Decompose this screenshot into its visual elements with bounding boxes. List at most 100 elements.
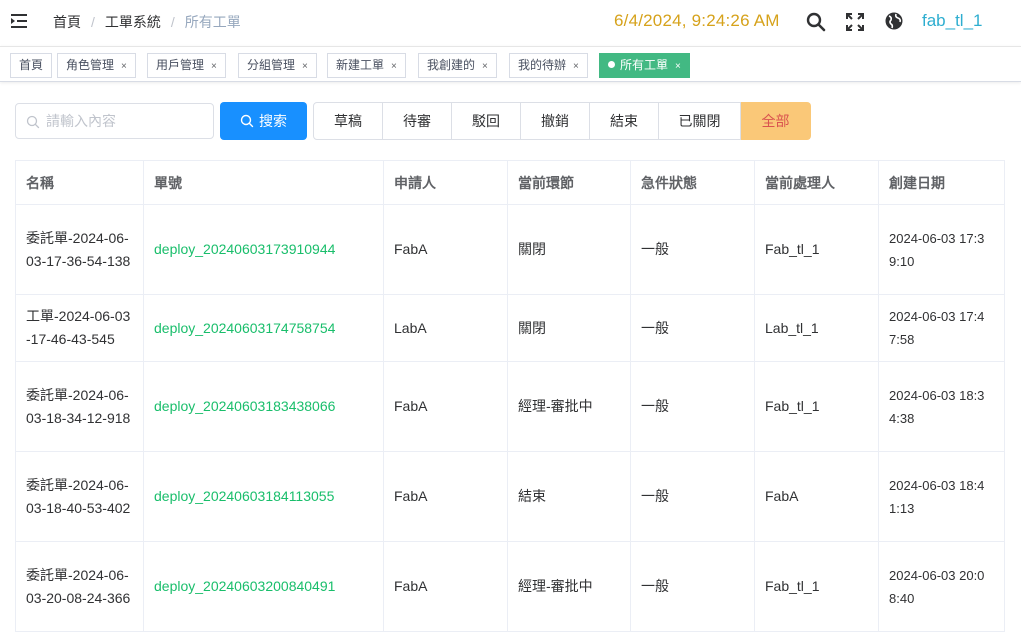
active-dot-icon [608,61,615,68]
language-globe-icon[interactable] [884,11,904,31]
tag-label: 所有工單 [620,58,669,72]
search-button[interactable]: 搜索 [220,102,307,140]
fullscreen-icon[interactable] [845,12,865,32]
breadcrumb-ticket-system[interactable]: 工單系統 [105,12,161,32]
column-header-created-date: 創建日期 [878,160,1005,205]
tag-label: 用戶管理 [156,58,205,72]
cell-created-date: 2024-06-03 17:47:58 [878,294,1005,362]
cell-current-step: 經理-審批中 [507,541,631,632]
status-rejected-button[interactable]: 駁回 [452,102,521,140]
column-header-name: 名稱 [15,160,144,205]
cell-applicant: FabA [383,451,508,542]
cell-handler: Fab_tl_1 [754,541,879,632]
column-header-handler: 當前處理人 [754,160,879,205]
close-icon[interactable]: × [391,61,397,72]
column-header-urgency: 急件狀態 [630,160,755,205]
table-header-row: 名稱 單號 申請人 當前環節 急件狀態 當前處理人 創建日期 [15,160,1005,205]
breadcrumb-home[interactable]: 首頁 [53,12,81,32]
cell-urgency: 一般 [630,541,755,632]
cell-current-step: 關閉 [507,294,631,362]
status-pending-button[interactable]: 待審 [383,102,452,140]
cell-urgency: 一般 [630,451,755,542]
status-filter-group: 草稿 待審 駁回 撤銷 結束 已關閉 全部 [313,102,811,140]
column-header-applicant: 申請人 [383,160,508,205]
current-datetime: 6/4/2024, 9:24:26 AM [614,11,780,30]
tags-view: 首頁 角色管理 × 用戶管理 × 分組管理 × 新建工單 × 我創建的 × 我的待辦 × 所… [0,46,1021,82]
tag-group-management[interactable]: 分組管理 × [238,53,317,78]
cell-name: 委託單-2024-06-03-20-08-24-366 [15,541,144,632]
cell-applicant: LabA [383,294,508,362]
cell-current-step: 關閉 [507,204,631,295]
tag-new-ticket[interactable]: 新建工單 × [327,53,406,78]
cell-handler: Fab_tl_1 [754,204,879,295]
cell-applicant: FabA [383,361,508,452]
cell-name: 委託單-2024-06-03-18-40-53-402 [15,451,144,542]
navbar: 首頁 / 工單系統 / 所有工單 6/4/2024, 9:24:26 AM fa… [0,0,1021,45]
table-row[interactable]: 委託單-2024-06-03-17-36-54-138 deploy_20240… [15,204,1005,295]
tag-label: 分組管理 [247,58,296,72]
search-button-label: 搜索 [259,113,287,129]
status-closed-button[interactable]: 已關閉 [659,102,741,140]
cell-urgency: 一般 [630,204,755,295]
table-row[interactable]: 委託單-2024-06-03-18-34-12-918 deploy_20240… [15,361,1005,452]
cell-name: 工單-2024-06-03-17-46-43-545 [15,294,144,362]
table-row[interactable]: 工單-2024-06-03-17-46-43-545 deploy_202406… [15,294,1005,362]
cell-urgency: 一般 [630,361,755,452]
search-icon[interactable] [806,12,826,32]
username-menu[interactable]: fab_tl_1 [922,11,983,31]
cell-created-date: 2024-06-03 18:34:38 [878,361,1005,452]
cell-handler: FabA [754,451,879,542]
cell-created-date: 2024-06-03 18:41:13 [878,451,1005,542]
close-icon[interactable]: × [211,61,217,72]
tag-label: 新建工單 [336,58,385,72]
cell-handler: Fab_tl_1 [754,361,879,452]
cell-name: 委託單-2024-06-03-17-36-54-138 [15,204,144,295]
status-draft-button[interactable]: 草稿 [313,102,383,140]
cell-urgency: 一般 [630,294,755,362]
column-header-ticket-no: 單號 [143,160,384,205]
breadcrumb: 首頁 / 工單系統 / 所有工單 [53,12,241,32]
tag-role-management[interactable]: 角色管理 × [57,53,136,78]
status-revoked-button[interactable]: 撤銷 [521,102,590,140]
status-all-button[interactable]: 全部 [741,102,811,140]
breadcrumb-separator: / [91,14,95,30]
cell-ticket-link[interactable]: deploy_20240603200840491 [143,541,384,632]
tag-my-created[interactable]: 我創建的 × [418,53,497,78]
tag-label: 我的待辦 [518,58,567,72]
search-input[interactable] [46,112,206,130]
cell-created-date: 2024-06-03 17:39:10 [878,204,1005,295]
cell-applicant: FabA [383,204,508,295]
tag-label: 我創建的 [427,58,476,72]
breadcrumb-all-tickets: 所有工單 [184,14,241,30]
hamburger-menu-icon[interactable] [11,13,29,29]
cell-ticket-link[interactable]: deploy_20240603183438066 [143,361,384,452]
table-row[interactable]: 委託單-2024-06-03-20-08-24-366 deploy_20240… [15,541,1005,632]
tag-user-management[interactable]: 用戶管理 × [147,53,226,78]
cell-ticket-link[interactable]: deploy_20240603173910944 [143,204,384,295]
tag-label: 角色管理 [66,58,115,72]
breadcrumb-separator: / [170,14,175,30]
column-header-current-step: 當前環節 [507,160,631,205]
cell-name: 委託單-2024-06-03-18-34-12-918 [15,361,144,452]
status-ended-button[interactable]: 結束 [590,102,659,140]
search-icon [240,114,254,128]
table-row[interactable]: 委託單-2024-06-03-18-40-53-402 deploy_20240… [15,451,1005,542]
cell-ticket-link[interactable]: deploy_20240603184113055 [143,451,384,542]
cell-current-step: 經理-審批中 [507,361,631,452]
cell-applicant: FabA [383,541,508,632]
tickets-table: 名稱 單號 申請人 當前環節 急件狀態 當前處理人 創建日期 委託單-2024-… [15,160,1005,632]
search-icon [26,115,40,129]
cell-handler: Lab_tl_1 [754,294,879,362]
close-icon[interactable]: × [482,61,488,72]
close-icon[interactable]: × [675,61,681,72]
tag-my-todo[interactable]: 我的待辦 × [509,53,588,78]
search-field[interactable] [15,103,214,139]
tag-home[interactable]: 首頁 [10,53,53,78]
cell-current-step: 結束 [507,451,631,542]
cell-ticket-link[interactable]: deploy_20240603174758754 [143,294,384,362]
close-icon[interactable]: × [121,61,127,72]
cell-created-date: 2024-06-03 20:08:40 [878,541,1005,632]
close-icon[interactable]: × [573,61,579,72]
close-icon[interactable]: × [302,61,308,72]
tag-all-tickets[interactable]: 所有工單 × [599,53,690,78]
